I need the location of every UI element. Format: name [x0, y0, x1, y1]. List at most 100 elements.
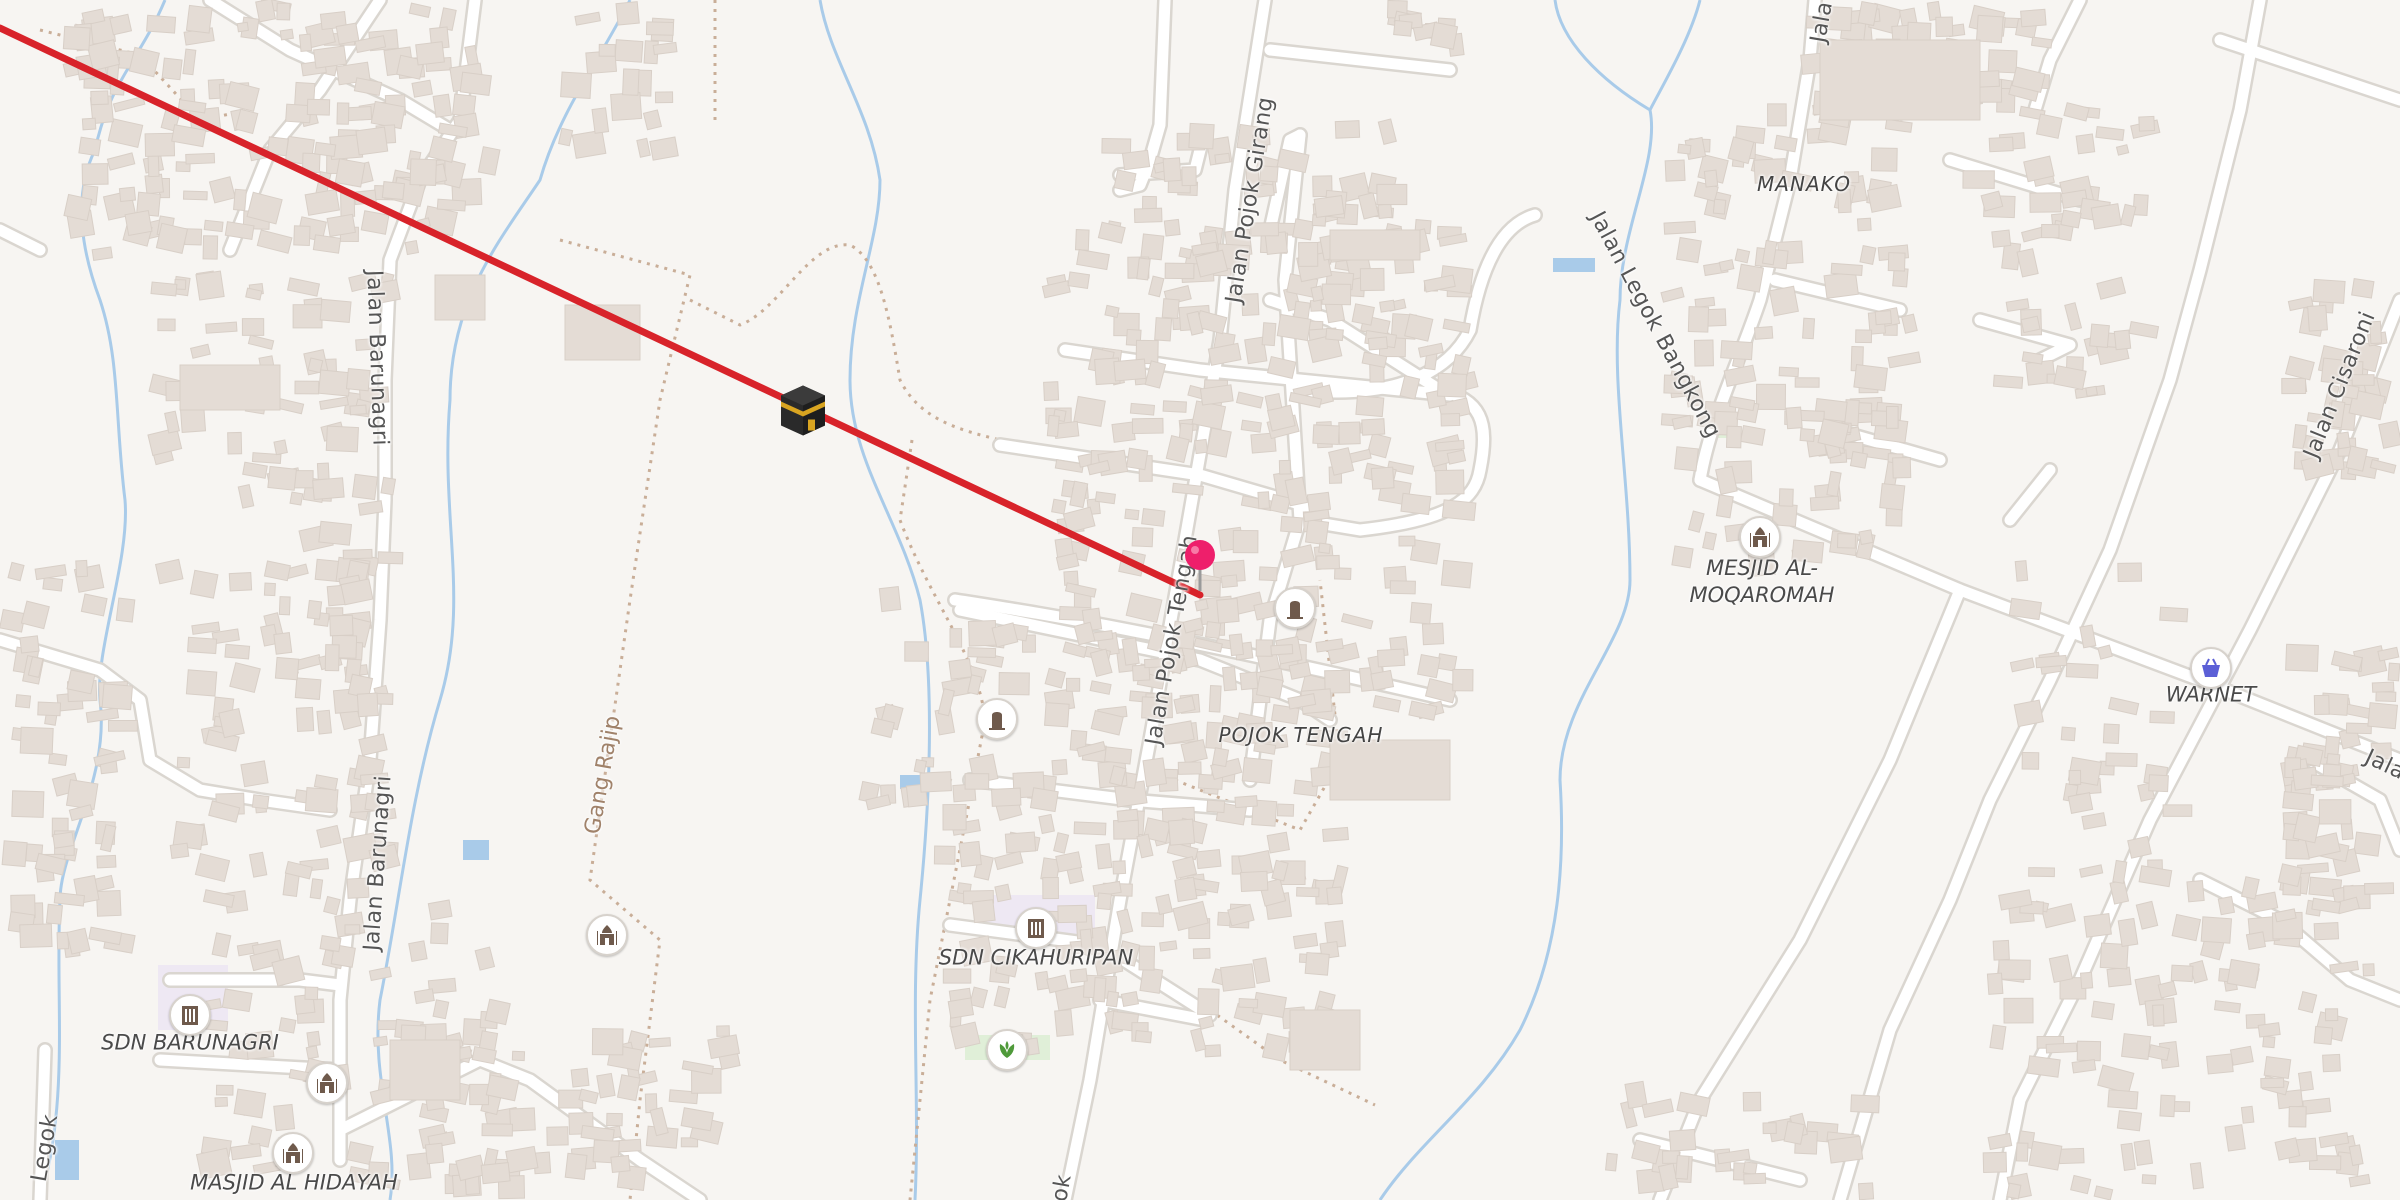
- building: [1333, 567, 1352, 581]
- building: [144, 132, 176, 157]
- building: [967, 620, 997, 647]
- building: [1313, 195, 1345, 218]
- building: [312, 477, 345, 501]
- building: [574, 11, 601, 26]
- building: [1238, 997, 1259, 1009]
- building: [334, 158, 366, 188]
- building: [636, 137, 651, 158]
- building: [1605, 1152, 1618, 1172]
- building: [998, 672, 1030, 696]
- building: [2085, 385, 2099, 397]
- mosque-icon[interactable]: [1739, 516, 1781, 558]
- building: [2138, 865, 2173, 888]
- mosque-icon[interactable]: [586, 914, 628, 956]
- building: [1289, 1009, 1361, 1071]
- building: [107, 719, 138, 732]
- building: [2213, 1000, 2242, 1014]
- building: [2096, 276, 2127, 300]
- building: [2362, 963, 2375, 977]
- building: [2285, 643, 2319, 672]
- building: [2091, 1000, 2115, 1021]
- building: [2071, 1058, 2097, 1074]
- building: [1312, 424, 1340, 445]
- building: [2260, 1077, 2285, 1089]
- building: [88, 926, 123, 946]
- building: [1255, 675, 1284, 700]
- building: [1435, 469, 1465, 495]
- building: [1216, 597, 1240, 624]
- building: [1004, 831, 1037, 854]
- building: [263, 560, 291, 582]
- building: [164, 410, 180, 434]
- building: [146, 14, 177, 34]
- building: [919, 771, 952, 793]
- building: [1113, 169, 1137, 193]
- building: [904, 641, 929, 662]
- building: [2133, 1139, 2154, 1166]
- map-view[interactable]: POJOK TENGAH MANAKO Jalan Pojok Girang J…: [0, 0, 2400, 1200]
- building: [1046, 414, 1060, 438]
- building: [2107, 1089, 2139, 1110]
- building: [937, 688, 956, 717]
- cemetery-icon[interactable]: [976, 698, 1018, 740]
- building: [309, 878, 324, 900]
- building: [480, 1161, 511, 1185]
- building: [408, 2, 432, 18]
- building: [1089, 680, 1112, 695]
- building: [1234, 795, 1258, 809]
- building: [1674, 446, 1699, 472]
- building: [2067, 792, 2094, 814]
- building: [2106, 966, 2132, 988]
- building: [1292, 932, 1319, 950]
- building: [1778, 366, 1800, 378]
- building: [381, 181, 406, 201]
- building: [622, 68, 640, 96]
- building: [1740, 424, 1766, 446]
- building: [1180, 739, 1208, 764]
- building: [2064, 302, 2083, 332]
- cemetery-icon[interactable]: [1274, 587, 1316, 629]
- building: [1372, 694, 1402, 713]
- building: [1131, 526, 1154, 548]
- building: [967, 647, 997, 659]
- building: [289, 491, 304, 506]
- building: [2171, 913, 2202, 942]
- building: [1163, 218, 1181, 237]
- building: [1830, 262, 1863, 276]
- building: [1043, 381, 1060, 402]
- school-icon[interactable]: [169, 994, 211, 1036]
- building: [1162, 157, 1182, 182]
- garden-icon[interactable]: [986, 1029, 1028, 1071]
- school-icon[interactable]: [1015, 907, 1057, 949]
- building: [878, 586, 902, 613]
- building: [1794, 377, 1820, 388]
- building: [241, 318, 265, 336]
- building: [202, 889, 235, 908]
- building: [329, 614, 354, 637]
- map-pin-icon[interactable]: [1182, 537, 1218, 598]
- mosque-icon[interactable]: [306, 1062, 348, 1104]
- building: [65, 779, 99, 811]
- building: [11, 790, 45, 818]
- building: [230, 1142, 262, 1161]
- kaaba-icon[interactable]: [775, 382, 831, 443]
- building: [19, 923, 53, 949]
- building: [1121, 149, 1151, 171]
- building: [1856, 217, 1872, 232]
- building: [1304, 519, 1330, 546]
- building: [1125, 592, 1163, 624]
- building: [1125, 447, 1149, 471]
- building: [1208, 685, 1222, 713]
- shop-basket-icon[interactable]: [2190, 647, 2232, 689]
- building: [1304, 951, 1330, 976]
- building: [1276, 313, 1312, 342]
- building: [179, 364, 281, 411]
- building: [215, 1084, 234, 1096]
- building: [229, 662, 261, 694]
- building: [203, 219, 224, 233]
- mosque-icon[interactable]: [272, 1132, 314, 1174]
- building: [278, 1017, 297, 1034]
- building: [2068, 769, 2082, 785]
- building: [1982, 1151, 2008, 1173]
- building: [1687, 510, 1705, 533]
